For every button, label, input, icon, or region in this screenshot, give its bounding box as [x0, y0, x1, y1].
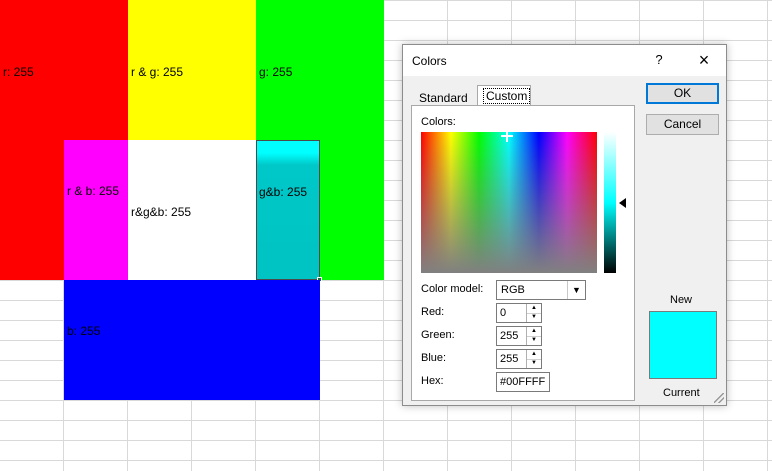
close-icon[interactable]: ×	[693, 50, 715, 70]
spin-down-icon[interactable]: ▼	[526, 313, 541, 322]
red-label: Red:	[421, 306, 445, 318]
cell-cyan[interactable]: g&b: 255	[256, 140, 320, 280]
luminance-slider[interactable]	[604, 132, 616, 273]
color-preview-swatch	[649, 311, 717, 379]
cell-label: b: 255	[67, 324, 101, 338]
cell-label: r: 255	[3, 65, 34, 79]
green-stepper[interactable]: 255 ▲ ▼	[496, 326, 542, 346]
cell-blue[interactable]: b: 255	[64, 280, 320, 400]
color-model-value: RGB	[501, 284, 525, 296]
current-label: Current	[663, 387, 700, 399]
crosshair-icon[interactable]	[501, 132, 513, 142]
cell-label: g: 255	[259, 65, 293, 79]
blue-value[interactable]: 255	[500, 353, 518, 365]
cell-label: r & g: 255	[131, 65, 184, 79]
blue-stepper[interactable]: 255 ▲ ▼	[496, 349, 542, 369]
cancel-button[interactable]: Cancel	[646, 114, 719, 135]
dialog-titlebar[interactable]: Colors ? ×	[403, 45, 726, 76]
cell-magenta[interactable]: r & b: 255	[64, 140, 128, 280]
spin-down-icon[interactable]: ▼	[526, 336, 541, 345]
tab-custom-label: Custom	[483, 88, 531, 104]
help-icon[interactable]: ?	[651, 51, 667, 69]
cell-label: g&b: 255	[259, 185, 308, 199]
ok-button[interactable]: OK	[646, 83, 719, 104]
color-spectrum[interactable]	[421, 132, 597, 273]
tab-standard[interactable]: Standard	[411, 88, 473, 106]
tab-custom[interactable]: Custom	[477, 85, 531, 106]
resize-grip-icon[interactable]	[714, 393, 724, 403]
cell-label: r & b: 255	[67, 184, 120, 198]
colors-label: Colors:	[421, 116, 456, 128]
spin-down-icon[interactable]: ▼	[526, 359, 541, 368]
cell-yellow[interactable]: r & g: 255	[128, 0, 256, 140]
cell-white[interactable]: r&g&b: 255	[128, 140, 256, 280]
color-model-label: Color model:	[421, 283, 484, 295]
new-label: New	[670, 294, 693, 306]
custom-panel: Colors: Color model: RGB ▼ Red: 0 ▲ ▼ Gr…	[411, 105, 635, 401]
color-model-select[interactable]: RGB ▼	[496, 280, 586, 300]
hex-label: Hex:	[421, 375, 444, 387]
green-label: Green:	[421, 329, 455, 341]
hex-input[interactable]: #00FFFF	[496, 372, 550, 392]
slider-arrow-icon[interactable]	[619, 198, 626, 208]
blue-label: Blue:	[421, 352, 447, 364]
cell-label: r&g&b: 255	[131, 205, 192, 219]
dialog-title: Colors	[412, 54, 447, 68]
colors-dialog: Colors ? × Standard Custom Colors: Color…	[402, 44, 727, 406]
red-stepper[interactable]: 0 ▲ ▼	[496, 303, 542, 323]
red-value[interactable]: 0	[500, 307, 506, 319]
green-value[interactable]: 255	[500, 330, 518, 342]
chevron-down-icon[interactable]: ▼	[567, 281, 585, 299]
